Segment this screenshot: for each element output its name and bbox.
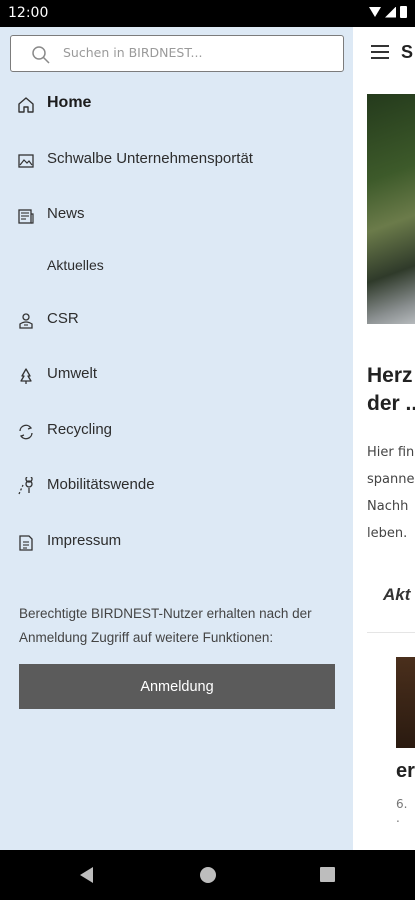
nav-label-news: News xyxy=(47,205,85,222)
search-input[interactable]: Suchen in BIRDNEST... xyxy=(10,35,344,72)
article-thumbnail[interactable] xyxy=(396,657,415,748)
login-info-text: Berechtigte BIRDNEST-Nutzer erhalten nac… xyxy=(19,606,312,645)
nav-item-unternehmensportraet[interactable]: Schwalbe Unternehmensportät xyxy=(0,139,353,183)
person-icon xyxy=(19,313,33,329)
article-date: 6. . xyxy=(396,797,408,825)
system-navigation-bar xyxy=(0,850,415,900)
nav-label-umwelt: Umwelt xyxy=(47,365,98,382)
wifi-icon xyxy=(369,7,381,17)
divider xyxy=(367,632,415,633)
image-icon xyxy=(18,154,34,168)
tree-icon xyxy=(20,368,32,384)
document-icon xyxy=(19,535,33,551)
news-icon xyxy=(18,209,34,224)
nav-label-aktuelles: Aktuelles xyxy=(47,257,104,273)
app-bar: S xyxy=(353,27,415,77)
signal-icon xyxy=(385,6,396,18)
menu-icon[interactable] xyxy=(371,45,389,59)
route-icon xyxy=(18,477,33,495)
home-icon xyxy=(18,97,34,113)
nav-label-recycling: Recycling xyxy=(47,421,113,438)
page-heading: Herz der .. xyxy=(367,364,415,415)
nav-label-mobilitaetswende: Mobilitätswende xyxy=(47,476,155,493)
nav-label-home: Home xyxy=(47,94,92,111)
recycle-icon xyxy=(19,424,33,440)
nav-item-csr[interactable]: CSR xyxy=(0,299,353,343)
nav-item-home[interactable]: Home xyxy=(0,83,353,127)
nav-item-impressum[interactable]: Impressum xyxy=(0,521,353,565)
nav-item-news[interactable]: News xyxy=(0,194,353,238)
app-brand: S xyxy=(401,41,414,62)
nav-item-recycling[interactable]: Recycling xyxy=(0,410,353,454)
search-placeholder: Suchen in BIRDNEST... xyxy=(63,45,203,60)
status-bar: 12:00 xyxy=(0,0,415,27)
hero-image[interactable] xyxy=(367,94,415,324)
search-icon xyxy=(32,46,50,64)
nav-label-csr: CSR xyxy=(47,310,79,327)
recent-apps-icon[interactable] xyxy=(320,867,335,882)
nav-label-unternehmensportraet: Schwalbe Unternehmensportät xyxy=(47,150,253,167)
nav-item-umwelt[interactable]: Umwelt xyxy=(0,354,353,398)
navigation-drawer: Suchen in BIRDNEST... Home Schwalbe Unte… xyxy=(0,27,353,850)
nav-item-aktuelles[interactable]: Aktuelles xyxy=(0,246,353,290)
battery-icon xyxy=(400,6,407,18)
status-icons xyxy=(369,6,407,18)
article-title[interactable]: er xyxy=(396,760,415,783)
nav-item-mobilitaetswende[interactable]: Mobilitätswende xyxy=(0,465,353,509)
status-time: 12:00 xyxy=(8,5,49,21)
home-button-icon[interactable] xyxy=(200,867,216,883)
login-button[interactable]: Anmeldung xyxy=(19,664,335,709)
nav-label-impressum: Impressum xyxy=(47,532,122,549)
intro-text: Hier fin spanne Nachh leben. xyxy=(367,445,415,541)
back-icon[interactable] xyxy=(80,867,93,883)
tab-aktuelles[interactable]: Akt xyxy=(383,585,410,605)
